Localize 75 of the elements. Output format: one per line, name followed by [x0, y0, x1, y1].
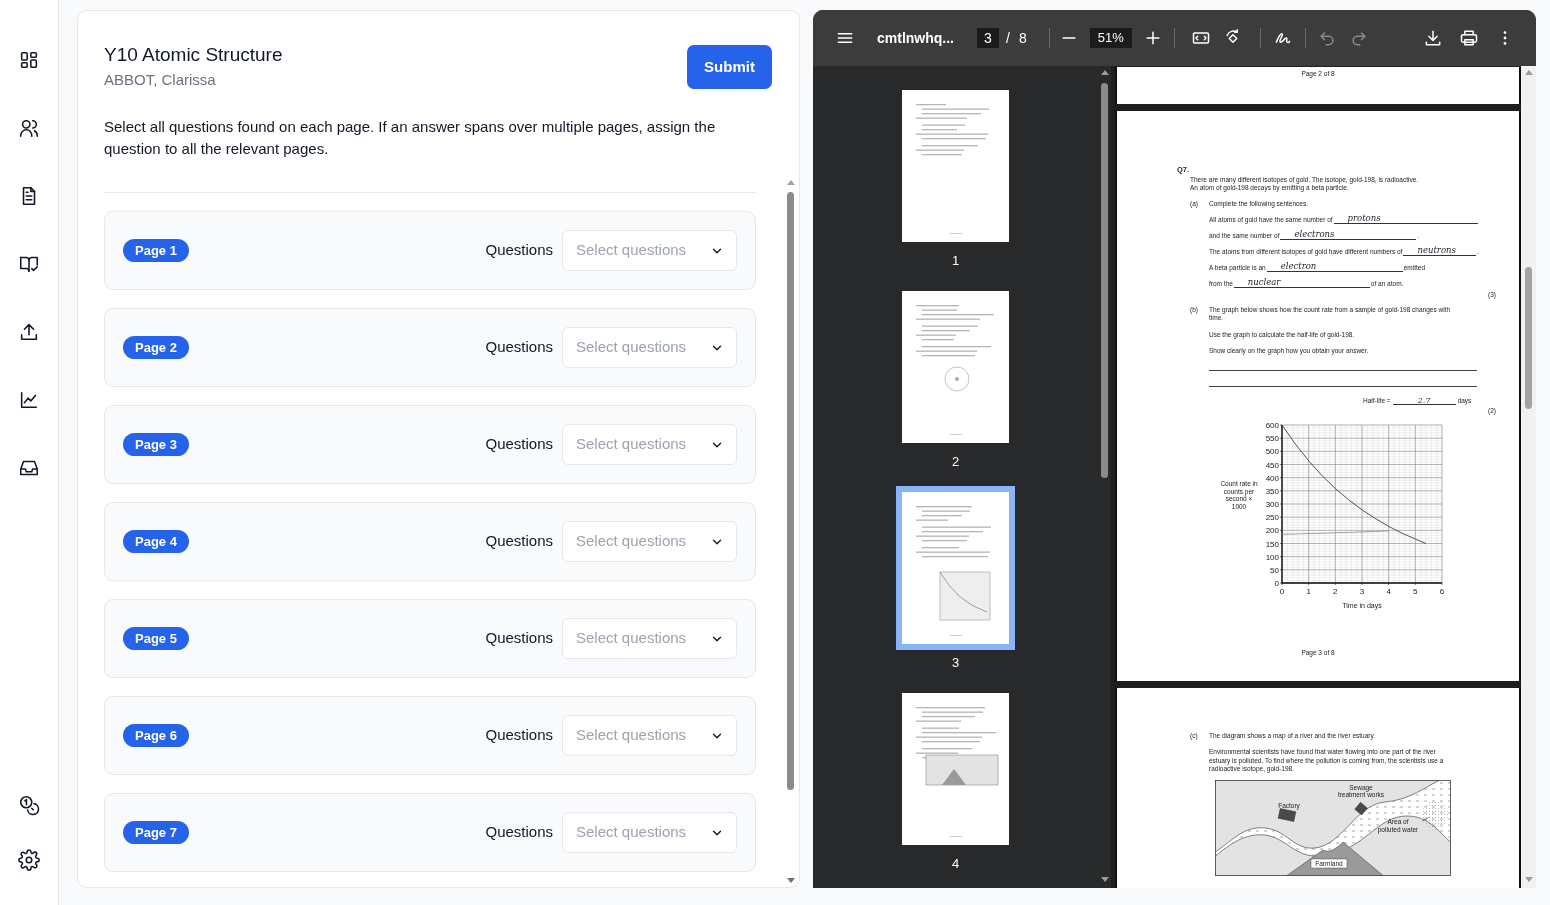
- tick-label: 600: [1265, 421, 1279, 430]
- tick-label: 50: [1270, 565, 1279, 575]
- handwritten-answer: protons: [1346, 213, 1382, 224]
- tick-label: 100: [1265, 552, 1279, 562]
- page-badge: Page 3: [123, 433, 189, 456]
- question-select[interactable]: Select questions: [562, 424, 737, 465]
- users-icon[interactable]: [18, 117, 40, 139]
- question-select[interactable]: Select questions: [562, 812, 737, 853]
- questions-label: Questions: [485, 531, 553, 552]
- leader-line: [1421, 816, 1431, 821]
- questions-label: Questions: [485, 822, 553, 843]
- scrollbar-thumb[interactable]: [1101, 83, 1108, 478]
- page-separator: /: [1006, 28, 1010, 48]
- question-select[interactable]: Select questions: [562, 327, 737, 368]
- tick-label: 5: [1413, 587, 1418, 596]
- questions-label: Questions: [485, 240, 553, 261]
- zoom-field[interactable]: 51%: [1089, 28, 1132, 48]
- page-number-field[interactable]: 3: [977, 28, 999, 48]
- question-select[interactable]: Select questions: [562, 618, 737, 659]
- tick-label: 6: [1439, 587, 1445, 596]
- tick-label: 350: [1265, 486, 1279, 496]
- student-name: ABBOT, Clarissa: [104, 70, 217, 90]
- file-name: cmtlnwhq...: [877, 28, 954, 48]
- tick-label: 400: [1265, 473, 1279, 483]
- tick-label: 1: [1306, 587, 1311, 596]
- page-badge: Page 4: [123, 530, 189, 553]
- scrollbar-thumb[interactable]: [1525, 267, 1532, 409]
- scroll-down-icon[interactable]: [786, 878, 795, 883]
- page-badge: Page 2: [123, 336, 189, 359]
- handwritten-answer: neutrons: [1416, 245, 1457, 256]
- questions-label: Questions: [485, 434, 553, 455]
- question-select[interactable]: Select questions: [562, 521, 737, 562]
- tick-label: 0: [1279, 587, 1285, 596]
- question-select[interactable]: Select questions: [562, 715, 737, 756]
- page-badge: Page 5: [123, 627, 189, 650]
- dashboard-icon[interactable]: [18, 49, 40, 71]
- page-thumbnail[interactable]: [902, 90, 1009, 242]
- settings-icon[interactable]: [18, 849, 40, 871]
- scrollbar[interactable]: [1521, 66, 1536, 888]
- instructions-text: Select all questions found on each page. If an answer spans over multiple pages, assign the question to all the relevant pages.: [104, 117, 717, 159]
- tick-label: 450: [1265, 460, 1279, 470]
- tick-label: 2: [1333, 587, 1338, 596]
- thumbnail-label: 3: [951, 655, 960, 671]
- questions-label: Questions: [485, 337, 553, 358]
- handwritten-answer: electron: [1279, 261, 1318, 272]
- thumbnail-label: 1: [951, 253, 960, 269]
- page-count: 8: [1018, 28, 1027, 48]
- page-thumbnail[interactable]: [902, 291, 1009, 443]
- tick-label: 3: [1359, 587, 1365, 596]
- thumbnail-label: 4: [951, 856, 960, 872]
- questions-label: Questions: [485, 628, 553, 649]
- tick-label: 0: [1274, 579, 1279, 588]
- handwritten-answer: electrons: [1293, 229, 1336, 240]
- tick-label: 150: [1265, 539, 1279, 549]
- upload-icon[interactable]: [18, 321, 40, 343]
- tick-label: 250: [1265, 513, 1279, 523]
- tick-label: 550: [1265, 434, 1279, 444]
- tick-label: 300: [1265, 500, 1279, 509]
- page-badge: Page 1: [123, 239, 189, 262]
- handwritten-answer: 2.7: [1416, 396, 1432, 405]
- questions-label: Questions: [485, 725, 553, 746]
- page-badge: Page 6: [123, 724, 189, 747]
- tick-label: 200: [1265, 526, 1279, 536]
- handwritten-answer: nuclear: [1246, 277, 1282, 288]
- page-badge: Page 7: [123, 821, 189, 844]
- submit-button[interactable]: Submit: [687, 45, 772, 89]
- line-chart-icon[interactable]: [18, 389, 40, 411]
- tick-label: 4: [1386, 587, 1391, 596]
- tick-label: 500: [1265, 447, 1279, 457]
- coins-icon[interactable]: [18, 794, 40, 816]
- question-select[interactable]: Select questions: [562, 230, 737, 271]
- scrollbar-thumb[interactable]: [787, 192, 794, 790]
- assignment-title: Y10 Atomic Structure: [104, 43, 283, 67]
- thumbnail-label: 2: [951, 454, 960, 470]
- page-thumbnail[interactable]: [902, 693, 1009, 845]
